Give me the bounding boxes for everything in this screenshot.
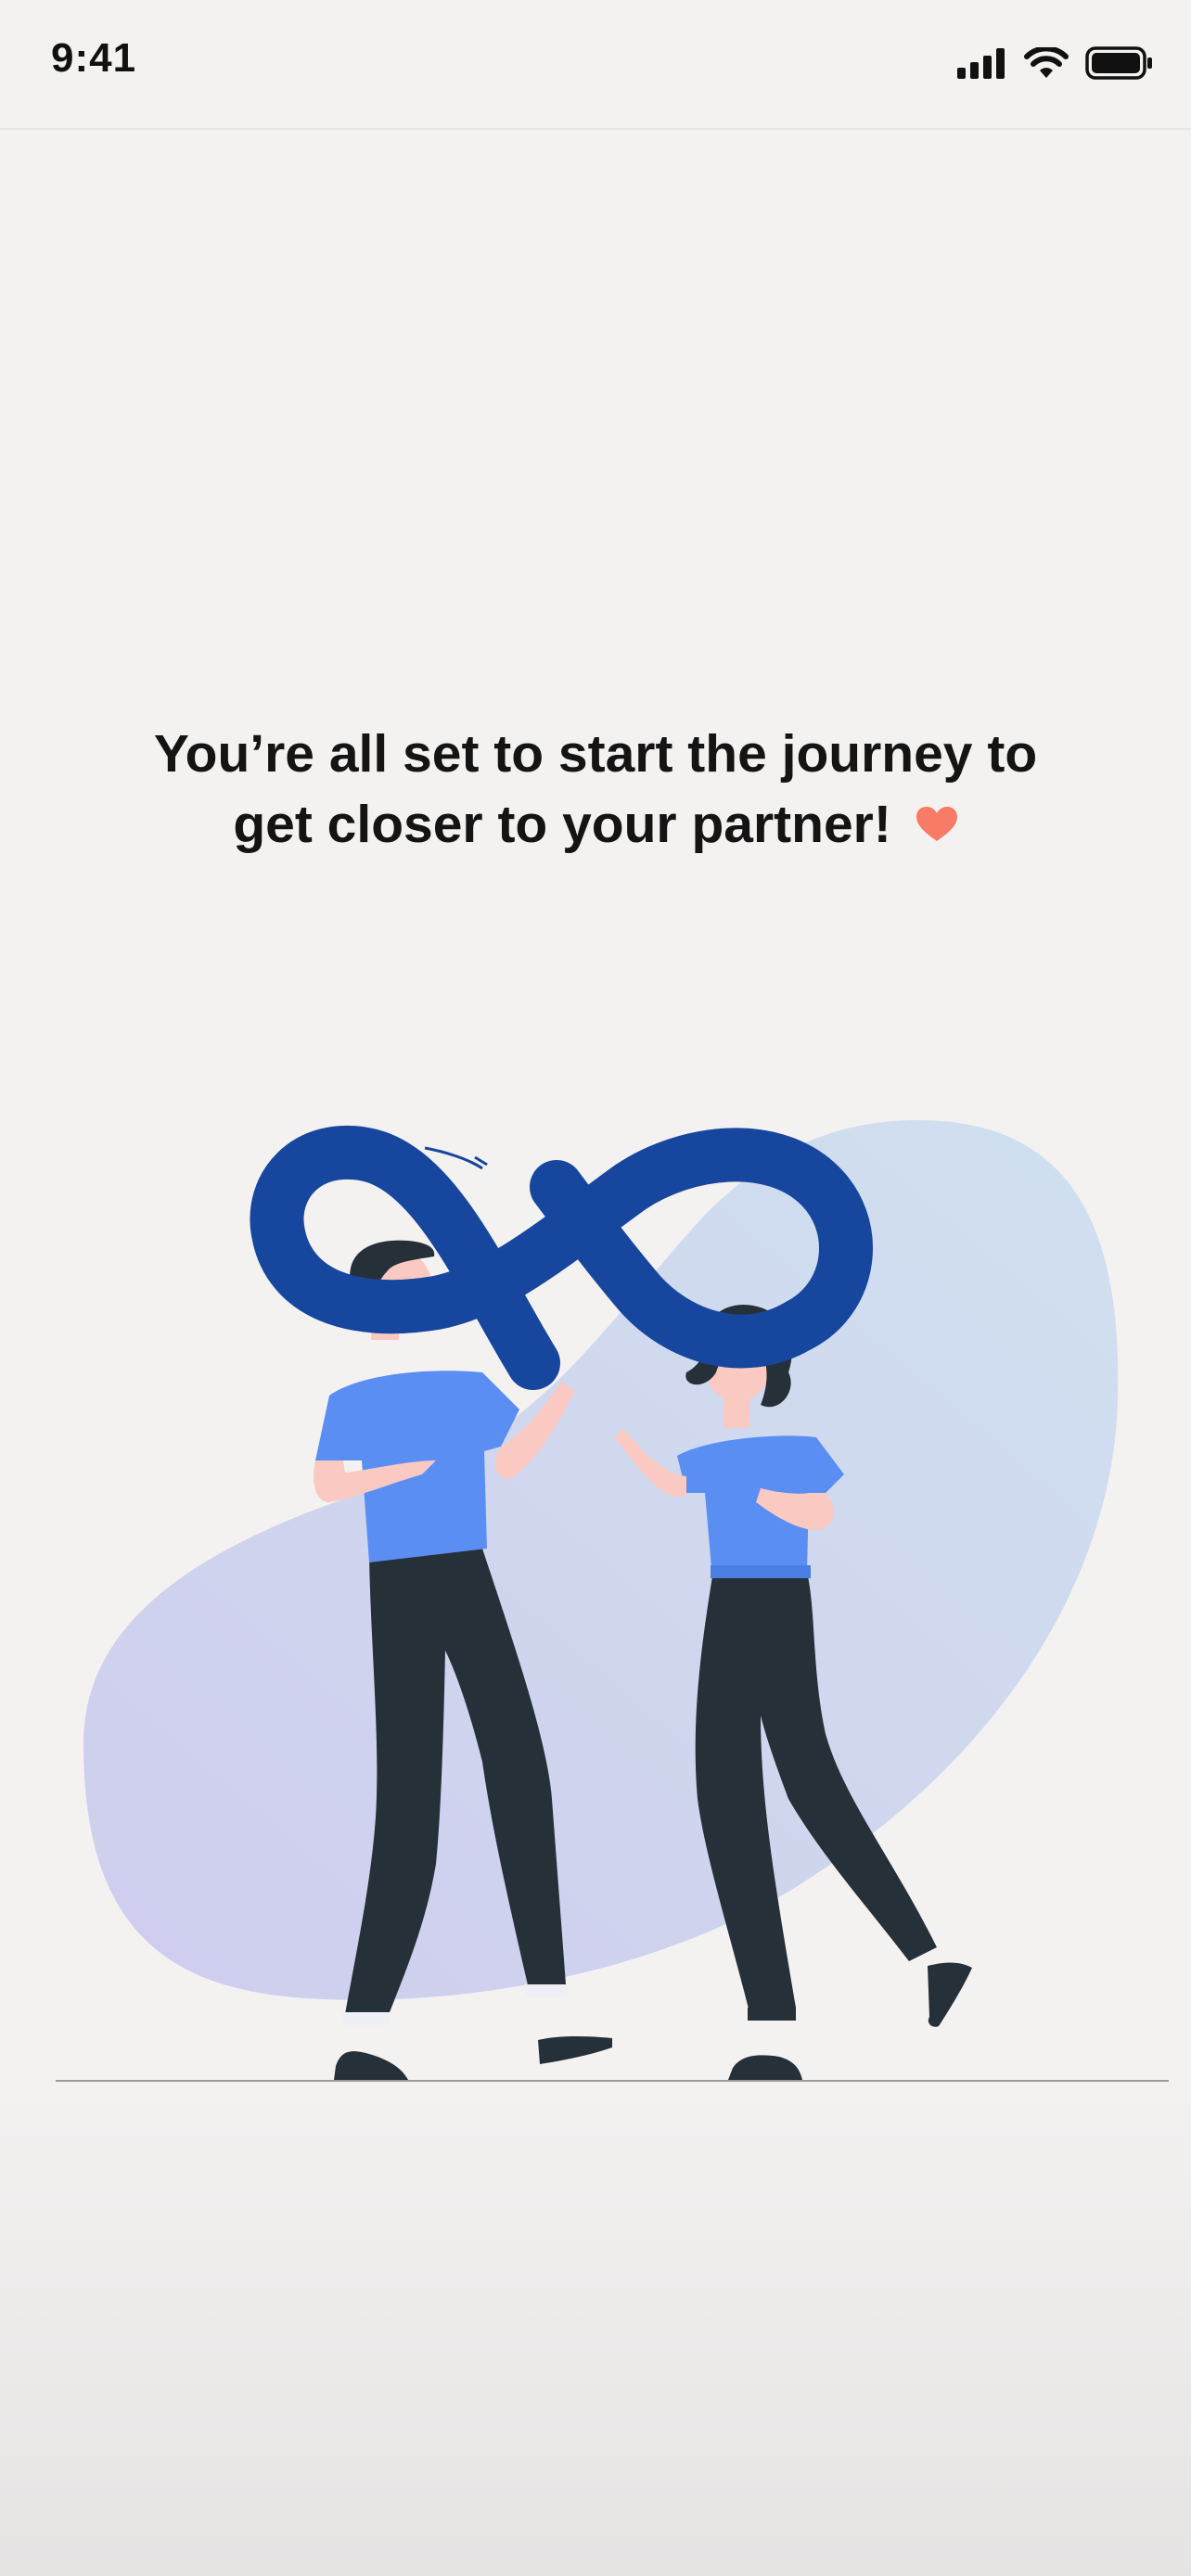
headline-line-2-wrap: get closer to your partner! (0, 789, 1191, 860)
cellular-signal-icon (957, 48, 1005, 79)
headline-line-1: You’re all set to start the journey to (153, 724, 1038, 784)
couple-infinity-illustration (56, 1120, 1169, 2082)
battery-icon (1085, 46, 1152, 80)
status-time: 9:41 (51, 35, 137, 81)
headline-line-2: get closer to your partner! (233, 795, 891, 854)
bottom-background (0, 2082, 1191, 2576)
headline: You’re all set to start the journey to g… (0, 719, 1191, 860)
status-icons (957, 46, 1154, 80)
wifi-icon (1024, 47, 1069, 78)
heart-icon (916, 806, 957, 841)
status-bar: 9:41 (0, 0, 1191, 130)
